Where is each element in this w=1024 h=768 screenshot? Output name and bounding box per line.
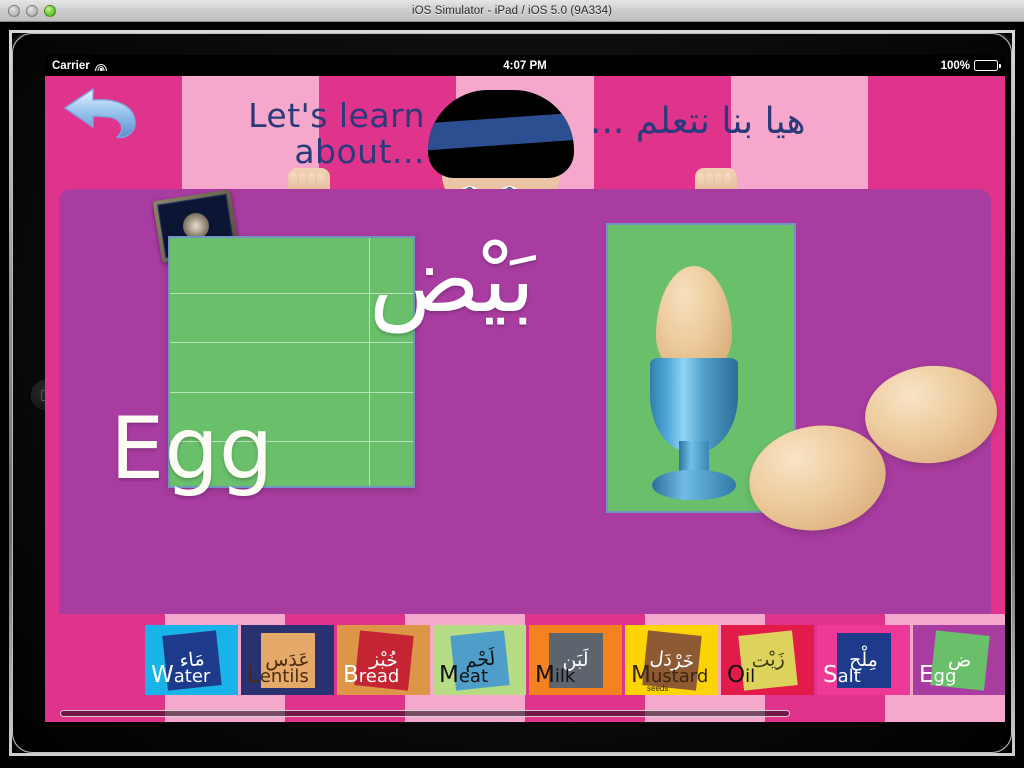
page-title-english: Let's learn about... bbox=[175, 98, 425, 170]
thumbnail-label: Mustard bbox=[631, 662, 709, 688]
back-arrow-icon bbox=[64, 88, 136, 139]
thumbnail-label: Bread bbox=[343, 662, 400, 688]
thumbnail-strip[interactable]: مَاء Water عَدَس Lentils خُبْز Bread لَحْم Meat… bbox=[45, 614, 1005, 722]
child-beanie-hat bbox=[428, 90, 574, 178]
thumbnail-row: مَاء Water عَدَس Lentils خُبْز Bread لَحْم Meat… bbox=[145, 625, 1005, 695]
title-line-1: Let's learn bbox=[248, 96, 425, 135]
thumbnail-mustard[interactable]: خَرْدَل Mustard seeds bbox=[625, 625, 718, 695]
card-ruled-lines bbox=[170, 238, 413, 486]
thumbnail-salt[interactable]: مِلْح Salt bbox=[817, 625, 910, 695]
window-title: iOS Simulator - iPad / iOS 5.0 (9A334) bbox=[411, 4, 613, 17]
thumbnail-arabic: زَيْت bbox=[749, 646, 786, 673]
thumbnail-label: Milk bbox=[535, 662, 576, 688]
thumbnail-label: Oil bbox=[727, 662, 756, 688]
thumbnail-egg[interactable]: ض Egg bbox=[913, 625, 1005, 695]
thumbnail-milk[interactable]: لَبَن Milk bbox=[529, 625, 622, 695]
battery-icon bbox=[974, 60, 1001, 71]
thumbnail-sublabel: seeds bbox=[647, 684, 669, 693]
ios-screen: Carrier 4:07 PM 100% Let's learn about..… bbox=[45, 55, 1005, 722]
app-canvas: Let's learn about... هيا بنا نتعلم ... ب… bbox=[45, 76, 1005, 722]
child-hand-right bbox=[695, 168, 737, 191]
thumbnail-label: Lentils bbox=[247, 662, 309, 688]
thumbnail-bread[interactable]: خُبْز Bread bbox=[337, 625, 430, 695]
thumbnail-water[interactable]: مَاء Water bbox=[145, 625, 238, 695]
horizontal-scrollbar[interactable] bbox=[60, 710, 790, 717]
battery-percent-label: 100% bbox=[940, 59, 970, 72]
word-card[interactable] bbox=[168, 236, 415, 488]
back-button[interactable] bbox=[59, 85, 143, 141]
egg-in-eggcup-image bbox=[642, 266, 746, 516]
window-titlebar[interactable]: iOS Simulator - iPad / iOS 5.0 (9A334) bbox=[0, 0, 1024, 22]
thumbnail-oil[interactable]: زَيْت Oil bbox=[721, 625, 814, 695]
thumbnail-label: Egg bbox=[919, 662, 957, 688]
child-photo bbox=[400, 82, 600, 191]
thumbnail-label: Meat bbox=[439, 662, 489, 688]
thumbnail-label: Water bbox=[151, 662, 211, 688]
status-bar-right: 100% bbox=[940, 59, 1001, 72]
header-banner: Let's learn about... هيا بنا نتعلم ... bbox=[45, 76, 1005, 191]
ios-status-bar: Carrier 4:07 PM 100% bbox=[45, 55, 1005, 76]
thumbnail-meat[interactable]: لَحْم Meat bbox=[433, 625, 526, 695]
child-hand-left bbox=[288, 168, 330, 191]
ios-simulator-window: iOS Simulator - iPad / iOS 5.0 (9A334) C… bbox=[0, 0, 1024, 768]
thumbnail-label: Salt bbox=[823, 662, 861, 688]
thumbnail-lentils[interactable]: عَدَس Lentils bbox=[241, 625, 334, 695]
title-line-2: about... bbox=[294, 132, 425, 171]
page-title-arabic: هيا بنا نتعلم ... bbox=[590, 101, 806, 142]
status-bar-clock: 4:07 PM bbox=[503, 59, 547, 72]
